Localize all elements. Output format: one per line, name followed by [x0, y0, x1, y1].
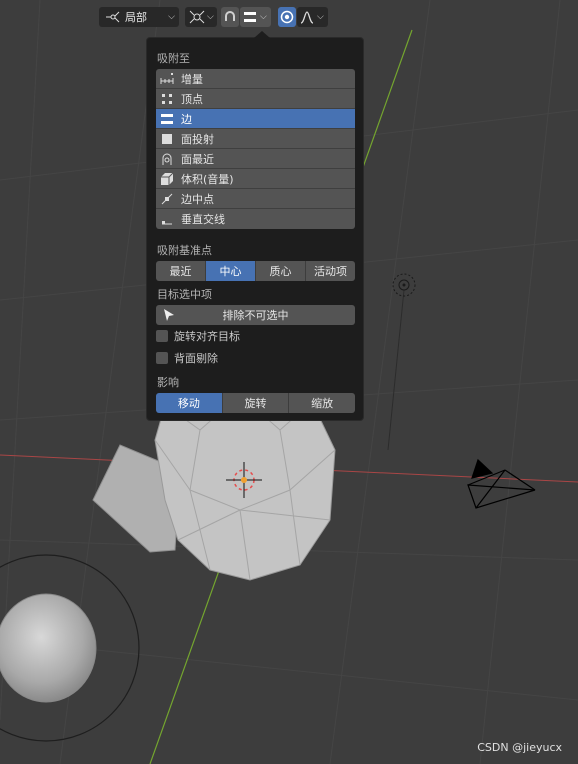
falloff-dropdown[interactable]: ⌵	[297, 7, 328, 27]
volume-icon	[160, 172, 174, 186]
transform-pivot-dropdown[interactable]: 局部 ⌵	[99, 7, 179, 27]
orientation-icon	[106, 11, 120, 23]
snap-item-face-project[interactable]: 面投射	[156, 129, 355, 149]
edge-midpoint-icon	[160, 192, 174, 206]
pivot-point-dropdown[interactable]: ⌵	[185, 7, 217, 27]
snap-item-increment[interactable]: 增量	[156, 69, 355, 89]
snap-item-volume[interactable]: 体积(音量)	[156, 169, 355, 189]
chevron-down-icon: ⌵	[317, 12, 324, 22]
backface-culling-checkbox[interactable]: 背面剔除	[156, 350, 218, 366]
snap-item-label: 面投射	[181, 132, 214, 146]
popover-caret	[254, 31, 270, 38]
watermark: CSDN @jieyucx	[477, 741, 562, 754]
snap-base-closest-button[interactable]: 最近	[156, 261, 206, 281]
affect-move-button[interactable]: 移动	[156, 393, 223, 413]
viewport-header: 局部 ⌵ ⌵ ⌵ ⌵	[0, 0, 578, 34]
pivot-point-icon	[189, 10, 205, 24]
snap-item-label: 增量	[181, 72, 203, 86]
align-rotation-label: 旋转对齐目标	[174, 330, 240, 343]
snap-item-label: 面最近	[181, 152, 214, 166]
align-rotation-checkbox[interactable]: 旋转对齐目标	[156, 328, 240, 344]
checkbox-box[interactable]	[156, 352, 168, 364]
affect-rotate-button[interactable]: 旋转	[222, 393, 290, 413]
snap-base-heading: 吸附基准点	[157, 244, 212, 257]
proportional-edit-icon	[280, 10, 294, 24]
magnet-icon	[225, 11, 235, 21]
snap-toggle-button[interactable]	[221, 7, 239, 27]
checkbox-box[interactable]	[156, 330, 168, 342]
snap-item-label: 顶点	[181, 92, 203, 106]
snap-to-heading: 吸附至	[157, 52, 190, 65]
snap-to-list: 增量 顶点 边 面投射 面最近 体积(音量) 边中点 垂直交线	[156, 69, 355, 229]
affect-heading: 影响	[157, 376, 179, 389]
affect-scale-button[interactable]: 缩放	[289, 393, 355, 413]
snap-item-label: 体积(音量)	[181, 172, 234, 186]
snap-base-active-button[interactable]: 活动项	[306, 261, 355, 281]
edge-icon	[244, 12, 256, 22]
increment-icon	[160, 72, 174, 86]
pivot-label: 局部	[125, 11, 147, 24]
falloff-curve-icon	[300, 11, 314, 24]
proportional-editing-toggle[interactable]	[278, 7, 296, 27]
snap-item-face-nearest[interactable]: 面最近	[156, 149, 355, 169]
target-selection-heading: 目标选中项	[157, 288, 212, 301]
exclude-non-selectable-toggle[interactable]: 排除不可选中	[156, 305, 355, 325]
snap-base-median-button[interactable]: 质心	[256, 261, 306, 281]
chevron-down-icon: ⌵	[260, 12, 267, 22]
snap-item-label: 边中点	[181, 192, 214, 206]
vertex-icon	[160, 92, 174, 106]
sphere-object[interactable]	[0, 593, 97, 703]
snap-base-segmented: 最近 中心 质心 活动项	[156, 261, 355, 281]
exclude-non-selectable-label: 排除不可选中	[222, 309, 289, 322]
face-nearest-icon	[160, 152, 174, 166]
snapping-popover: 吸附至 增量 顶点 边 面投射 面最近 体积(音量) 边中点 垂直交线 吸附基准…	[146, 31, 364, 421]
snap-item-label: 边	[181, 112, 192, 126]
snap-item-vertex[interactable]: 顶点	[156, 89, 355, 109]
snap-item-label: 垂直交线	[181, 213, 225, 226]
cursor-arrow-icon	[164, 309, 174, 321]
face-project-icon	[160, 132, 174, 146]
edge-icon	[160, 112, 174, 126]
snap-item-perpendicular[interactable]: 垂直交线	[156, 209, 355, 229]
chevron-down-icon: ⌵	[168, 12, 175, 22]
perpendicular-icon	[160, 212, 174, 226]
snap-base-center-button[interactable]: 中心	[206, 261, 256, 281]
chevron-down-icon: ⌵	[207, 12, 214, 22]
snap-item-edge[interactable]: 边	[156, 109, 355, 129]
affect-segmented: 移动 旋转 缩放	[156, 393, 355, 413]
backface-culling-label: 背面剔除	[174, 352, 218, 365]
snap-target-dropdown[interactable]: ⌵	[240, 7, 271, 27]
snap-item-edge-midpoint[interactable]: 边中点	[156, 189, 355, 209]
